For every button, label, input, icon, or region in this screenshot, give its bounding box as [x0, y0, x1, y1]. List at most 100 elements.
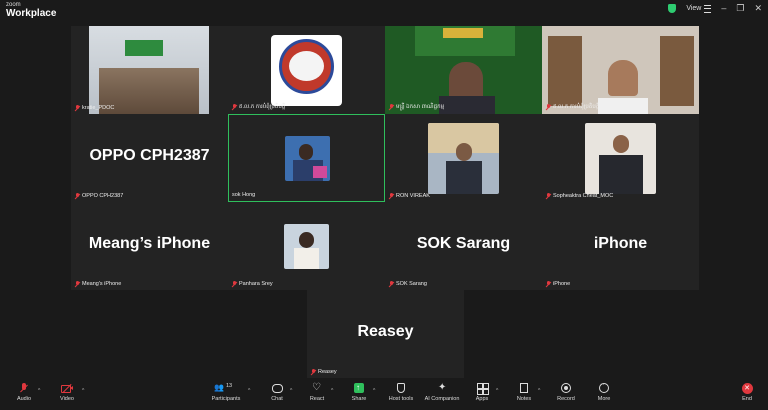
bookshelf — [548, 36, 582, 106]
participant-name: iPhone — [553, 281, 571, 287]
video-tile[interactable]: ឥ.ល.ក ការ​បំពុំប្រតិបត្តិ — [228, 26, 385, 114]
participant-display-name: OPPO CPH2387 — [89, 147, 210, 165]
view-label: View — [686, 5, 702, 12]
maximize-icon[interactable]: ❐ — [736, 4, 744, 13]
more-button[interactable]: ··· More — [593, 381, 615, 402]
sparkle-icon: ✦ — [438, 382, 447, 393]
notes-label: Notes — [516, 396, 532, 402]
grid-icon — [704, 4, 712, 13]
apps-options-caret[interactable]: ^ — [496, 388, 498, 394]
participant-name: Panhara Srey — [239, 281, 273, 287]
audio-label: Audio — [16, 396, 32, 402]
video-tile[interactable]: SOK Sarang SOK Sarang — [385, 202, 542, 290]
react-options-caret[interactable]: ^ — [331, 388, 333, 394]
video-tile[interactable]: Panhara Srey — [228, 202, 385, 290]
mic-off-icon — [546, 104, 551, 110]
meeting-toolbar: Audio ^ Video ^ 👥 13 Participants ^ Chat… — [0, 380, 768, 410]
participant-video — [89, 26, 209, 114]
video-tile[interactable]: មន្ត្រី ឯកសា​ ពាណិជ្ជកម្ម — [385, 26, 542, 114]
participant-name: kratie_PDOC — [82, 105, 115, 111]
participant-body — [439, 96, 495, 114]
end-button[interactable]: End — [737, 383, 757, 402]
participants-options-caret[interactable]: ^ — [248, 388, 250, 394]
mic-off-icon — [75, 193, 80, 199]
ai-companion-button[interactable]: ✦ AI Companion — [421, 382, 463, 402]
participants-label: Participants — [211, 396, 241, 402]
banner-image — [125, 40, 163, 56]
participant-display-name: Meang’s iPhone — [88, 235, 211, 253]
chat-icon — [271, 383, 283, 394]
participants-icon: 👥 13 — [214, 383, 233, 392]
mic-off-icon — [232, 281, 237, 287]
participant-avatar — [284, 224, 329, 269]
notes-icon — [518, 383, 530, 394]
record-button[interactable]: Record — [554, 383, 578, 402]
react-button[interactable]: ♡ React — [306, 382, 328, 402]
video-tile[interactable]: iPhone iPhone — [542, 202, 699, 290]
more-icon: ··· — [598, 381, 610, 394]
mic-off-icon — [546, 193, 551, 199]
chat-options-caret[interactable]: ^ — [290, 388, 292, 394]
shield-icon[interactable] — [668, 4, 677, 13]
participant-video — [585, 123, 656, 194]
share-options-caret[interactable]: ^ — [373, 388, 375, 394]
title-bar: zoom Workplace View – ❐ ✕ — [0, 0, 768, 22]
video-button[interactable]: Video — [56, 383, 78, 402]
participant-name: ឥ.ល.ក ការ​បំពុំប្រតិបត្តិ — [553, 104, 600, 110]
participant-name: Sopheaktra Cheat_MOC — [553, 193, 614, 199]
share-label: Share — [351, 396, 367, 402]
mic-off-icon — [232, 104, 237, 110]
minimize-icon[interactable]: – — [721, 4, 726, 13]
shield-icon — [395, 383, 407, 394]
video-tile[interactable]: kratie_PDOC — [71, 26, 228, 114]
mic-off-icon — [75, 105, 80, 111]
apps-label: Apps — [475, 396, 489, 402]
flag-icons — [443, 28, 483, 38]
participants-button[interactable]: 👥 13 Participants — [207, 383, 245, 402]
mic-off-icon — [311, 369, 316, 375]
video-tile[interactable]: Reasey Reasey — [307, 290, 464, 378]
notes-options-caret[interactable]: ^ — [538, 388, 540, 394]
video-options-caret[interactable]: ^ — [82, 388, 84, 394]
share-button[interactable]: ↑ Share — [348, 383, 370, 402]
close-icon[interactable]: ✕ — [754, 4, 762, 13]
apps-button[interactable]: Apps — [471, 383, 493, 402]
end-label: End — [742, 396, 752, 402]
participant-name: មន្ត្រី ឯកសា​ ពាណិជ្ជកម្ម — [396, 104, 445, 110]
participant-name: Meang's iPhone — [82, 281, 122, 287]
participant-video — [428, 123, 499, 194]
view-button[interactable]: View — [686, 4, 712, 13]
chat-button[interactable]: Chat — [267, 383, 287, 402]
mic-off-icon — [389, 193, 394, 199]
participant-name: RON VIREAK — [396, 193, 430, 199]
ai-companion-label: AI Companion — [424, 396, 460, 402]
video-tile[interactable]: Meang’s iPhone Meang's iPhone — [71, 202, 228, 290]
participant-name: sok Hong — [232, 192, 256, 198]
participant-display-name: SOK Sarang — [416, 235, 511, 253]
zoom-logo: zoom Workplace — [6, 2, 56, 19]
end-icon — [741, 383, 753, 394]
record-icon — [560, 383, 572, 394]
participant-name: OPPO CPH2387 — [82, 193, 124, 199]
record-label: Record — [557, 396, 575, 402]
video-tile[interactable]: ឥ.ល.ក ការ​បំពុំប្រតិបត្តិ — [542, 26, 699, 114]
active-speaker-tile[interactable]: sok Hong — [228, 114, 385, 202]
host-tools-button[interactable]: Host tools — [384, 383, 418, 402]
audio-button[interactable]: Audio — [14, 383, 34, 402]
brand-name: Workplace — [6, 8, 57, 19]
participants-count: 13 — [226, 383, 233, 389]
video-tile[interactable]: OPPO CPH2387 OPPO CPH2387 — [71, 114, 228, 202]
participant-body — [598, 98, 648, 114]
video-off-icon — [61, 383, 73, 394]
notes-button[interactable]: Notes — [513, 383, 535, 402]
participant-video — [608, 60, 638, 96]
participant-video — [285, 136, 330, 181]
video-tile[interactable]: RON VIREAK — [385, 114, 542, 202]
participant-name: SOK Sarang — [396, 281, 427, 287]
audio-options-caret[interactable]: ^ — [38, 388, 40, 394]
video-tile[interactable]: Sopheaktra Cheat_MOC — [542, 114, 699, 202]
mic-off-icon — [546, 281, 551, 287]
ministry-logo — [271, 35, 342, 106]
bookshelf — [660, 36, 694, 106]
participant-display-name: Reasey — [357, 323, 414, 341]
